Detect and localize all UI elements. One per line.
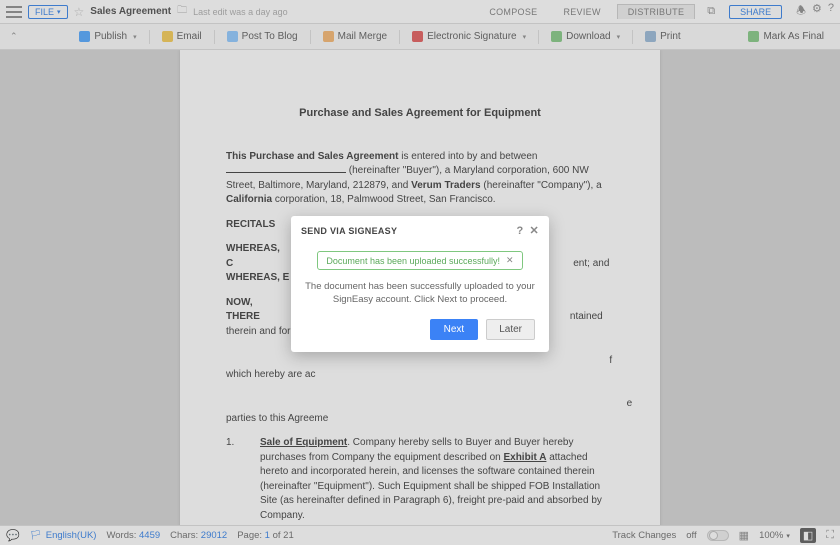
view-mode-icon[interactable]: ▦: [739, 529, 749, 542]
word-count[interactable]: Words: 4459: [106, 530, 160, 541]
intro-paragraph: This Purchase and Sales Agreement is ent…: [226, 150, 614, 208]
title-bar: FILE ☆ Sales Agreement 🗀 Last edit was a…: [0, 0, 840, 24]
upload-success-pill: Document has been uploaded successfully!…: [317, 251, 522, 270]
download-button[interactable]: Download▾: [545, 29, 626, 44]
publish-button[interactable]: Publish▾: [73, 29, 142, 44]
tab-review[interactable]: REVIEW: [553, 5, 610, 19]
download-icon: [551, 31, 562, 42]
bell-icon[interactable]: 🕭: [796, 2, 806, 21]
publish-icon: [79, 31, 90, 42]
comment-icon[interactable]: 💬: [6, 529, 20, 542]
blog-icon: [227, 31, 238, 42]
signature-icon: [412, 31, 423, 42]
file-menu-button[interactable]: FILE: [28, 5, 68, 19]
fullscreen-icon[interactable]: ⛶: [826, 529, 834, 542]
sidebar-right-icon[interactable]: ◧: [800, 528, 816, 543]
mail-merge-button[interactable]: Mail Merge: [317, 29, 393, 44]
language-selector[interactable]: 🏳 English(UK): [30, 530, 97, 541]
help-icon[interactable]: ?: [828, 2, 834, 21]
print-icon: [645, 31, 656, 42]
copy-icon[interactable]: ⧉: [707, 5, 715, 18]
favorite-star-icon[interactable]: ☆: [74, 5, 85, 19]
document-title[interactable]: Sales Agreement: [90, 6, 171, 17]
zoom-control[interactable]: 100%▾: [759, 530, 790, 541]
collapse-toolbar-icon[interactable]: ⌃: [10, 31, 18, 42]
next-button[interactable]: Next: [430, 319, 479, 340]
mail-merge-icon: [323, 31, 334, 42]
print-button[interactable]: Print: [639, 29, 687, 44]
electronic-signature-button[interactable]: Electronic Signature▾: [406, 29, 532, 44]
dismiss-success-icon[interactable]: ✕: [506, 255, 514, 266]
tab-distribute[interactable]: DISTRIBUTE: [617, 4, 696, 19]
post-to-blog-button[interactable]: Post To Blog: [221, 29, 304, 44]
track-changes-toggle[interactable]: [707, 530, 729, 541]
later-button[interactable]: Later: [486, 319, 535, 340]
dialog-title: SEND VIA SIGNEASY: [301, 226, 397, 236]
dialog-close-icon[interactable]: ✕: [529, 224, 539, 237]
share-button[interactable]: SHARE: [729, 5, 782, 19]
mark-as-final-button[interactable]: Mark As Final: [742, 29, 830, 44]
clause-1: 1. Sale of Equipment. Company hereby sel…: [226, 436, 614, 523]
folder-icon[interactable]: 🗀: [177, 3, 187, 20]
email-icon: [162, 31, 173, 42]
status-bar: 💬 🏳 English(UK) Words: 4459 Chars: 29012…: [0, 525, 840, 545]
track-changes-label: Track Changes: [612, 530, 676, 541]
last-edit-label: Last edit was a day ago: [193, 7, 288, 17]
email-button[interactable]: Email: [156, 29, 208, 44]
dialog-message: The document has been successfully uploa…: [305, 280, 535, 307]
page-title: Purchase and Sales Agreement for Equipme…: [226, 106, 614, 122]
signeasy-dialog: SEND VIA SIGNEASY ? ✕ Document has been …: [291, 216, 549, 352]
page-indicator[interactable]: Page: 1 of 21: [237, 530, 294, 541]
char-count[interactable]: Chars: 29012: [170, 530, 227, 541]
dialog-help-icon[interactable]: ?: [516, 225, 523, 237]
distribute-toolbar: ⌃ Publish▾ Email Post To Blog Mail Merge…: [0, 24, 840, 50]
menu-icon[interactable]: [6, 6, 22, 18]
gear-icon[interactable]: ⚙: [812, 2, 822, 21]
track-changes-state: off: [686, 530, 696, 541]
final-icon: [748, 31, 759, 42]
tab-compose[interactable]: COMPOSE: [479, 5, 547, 19]
